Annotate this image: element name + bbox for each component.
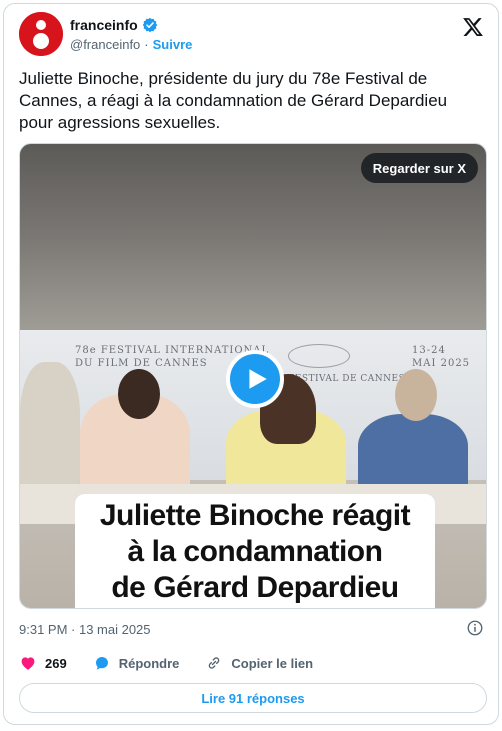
copy-link-label: Copier le lien [231, 655, 314, 671]
heart-icon [21, 657, 35, 670]
person-figure [20, 362, 80, 492]
watch-on-x-button[interactable]: Regarder sur X [360, 153, 478, 183]
like-action[interactable]: 269 [19, 654, 67, 672]
tweet-timestamp[interactable]: 9:31 PM · 13 mai 2025 [19, 622, 151, 637]
info-icon[interactable] [466, 619, 484, 637]
read-replies-button[interactable]: Lire 91 réponses [19, 683, 487, 713]
author-handle-row: @franceinfo · Suivre [70, 37, 192, 52]
backdrop-date-line-1: 13-24 [412, 345, 446, 356]
franceinfo-logo-icon [19, 12, 63, 56]
reply-action[interactable]: Répondre [93, 654, 180, 672]
like-count: 269 [45, 655, 67, 671]
copy-link-action[interactable]: Copier le lien [205, 654, 313, 672]
separator-dot: · [144, 37, 149, 52]
tweet-embed-card: franceinfo @franceinfo · Suivre Juliette… [3, 3, 499, 725]
verified-badge-icon [142, 17, 158, 33]
play-button[interactable] [226, 350, 284, 408]
tweet-text: Juliette Binoche, présidente du jury du … [19, 69, 448, 132]
avatar[interactable] [19, 12, 63, 56]
author-handle[interactable]: @franceinfo [70, 37, 140, 52]
reply-bubble-icon [95, 657, 108, 670]
author-name[interactable]: franceinfo [70, 17, 138, 33]
caption-line-3: de Gérard Depardieu [111, 571, 399, 604]
link-icon [209, 657, 220, 669]
person-figure [358, 414, 468, 494]
backdrop-date-line-2: MAI 2025 [412, 358, 471, 369]
play-icon [249, 369, 267, 389]
x-logo-icon[interactable] [462, 16, 484, 38]
video-media[interactable]: 78e FESTIVAL INTERNATIONAL DU FILM DE CA… [19, 143, 487, 609]
person-head [118, 369, 160, 419]
follow-button[interactable]: Suivre [153, 37, 193, 52]
video-caption: Juliette Binoche réagit à la condamnatio… [75, 494, 435, 608]
reply-label: Répondre [118, 655, 180, 671]
action-bar: 269 Répondre Copier le lien [19, 654, 339, 672]
person-head [395, 369, 437, 421]
backdrop-dates: 13-24 MAI 2025 [412, 344, 470, 370]
caption-line-2: à la condamnation [127, 535, 383, 568]
palme-logo-icon [288, 344, 350, 368]
caption-line-1: Juliette Binoche réagit [99, 499, 411, 532]
author-name-row: franceinfo [70, 17, 158, 33]
